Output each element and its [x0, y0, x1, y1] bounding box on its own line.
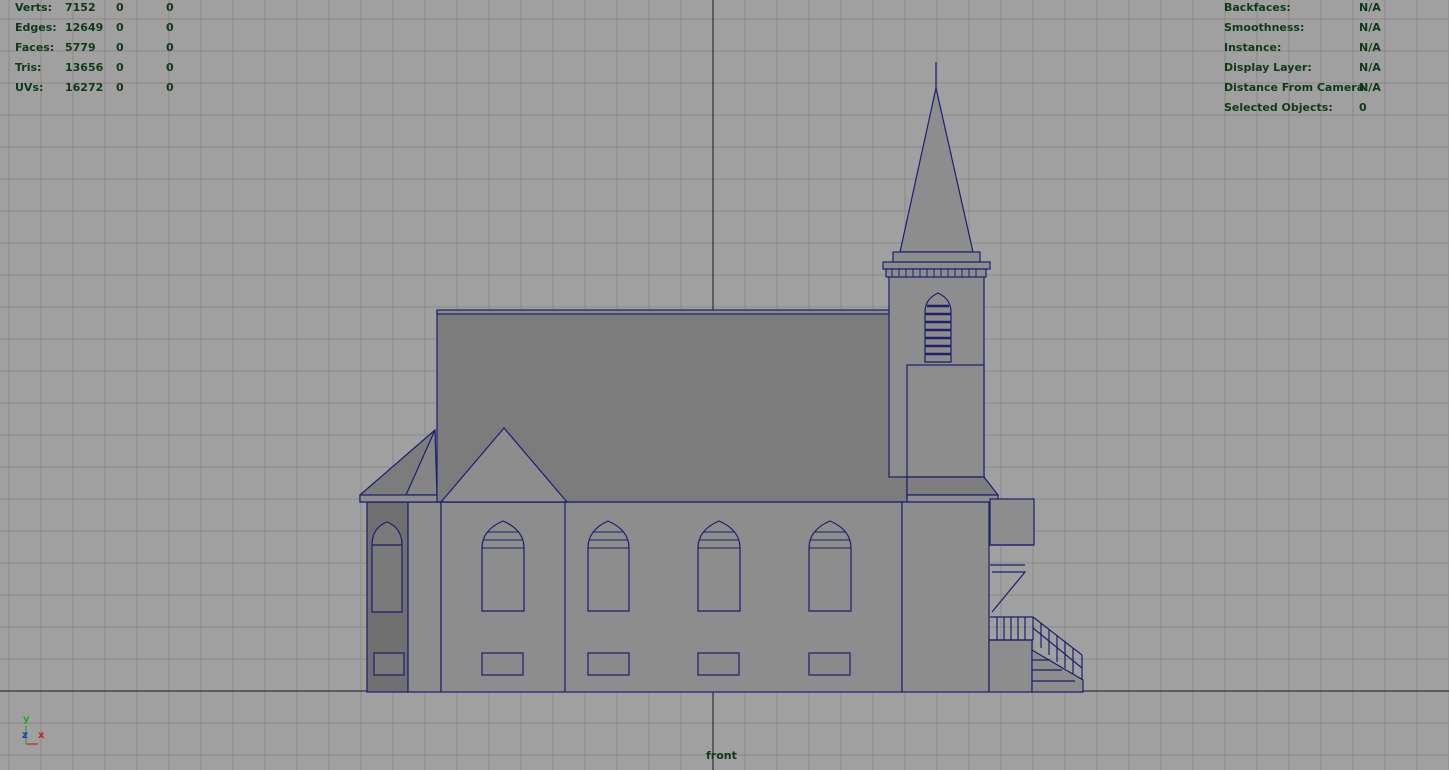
info-label: Backfaces: [1224, 1, 1291, 14]
info-label: Smoothness: [1224, 21, 1305, 34]
info-label: Display Layer: [1224, 61, 1312, 74]
info-label: Distance From Camera: [1224, 81, 1369, 94]
tower-lower-roof [906, 476, 1000, 496]
stat-value: 0 [166, 81, 174, 94]
info-value: N/A [1359, 61, 1381, 74]
object-info-hud: Backfaces: N/A Smoothness: N/A Instance: N/A D… [1224, 0, 1444, 118]
stat-row: Tris: 13656 0 0 [15, 58, 215, 78]
stat-row: UVs: 16272 0 0 [15, 78, 215, 98]
stat-value: 12649 [65, 21, 104, 34]
stat-value: 13656 [65, 61, 104, 74]
left-annex-eave [359, 494, 439, 503]
axis-x-label: x [38, 730, 45, 741]
tower-cornice [882, 261, 991, 270]
info-value: N/A [1359, 41, 1381, 54]
stat-value: 0 [116, 41, 124, 54]
stat-value: 0 [116, 1, 124, 14]
belfry-slats [925, 304, 951, 356]
left-annex-wall-side [407, 501, 442, 693]
stat-label: Edges: [15, 21, 57, 34]
spire [899, 87, 974, 253]
porch-hood [989, 498, 1035, 546]
stat-label: UVs: [15, 81, 44, 94]
view-axis-indicator: y z x [18, 714, 58, 754]
poly-count-hud: Verts: 7152 0 0 Edges: 12649 0 0 Faces: 5779 0 0 Tri… [15, 0, 215, 98]
stat-row: Verts: 7152 0 0 [15, 0, 215, 18]
stat-value: 0 [166, 41, 174, 54]
stat-value: 16272 [65, 81, 104, 94]
stat-value: 7152 [65, 1, 96, 14]
porch-bracket [991, 571, 1027, 613]
axis-z-label: z [22, 730, 28, 741]
info-row: Selected Objects: 0 [1224, 98, 1444, 118]
stat-value: 5779 [65, 41, 96, 54]
info-label: Instance: [1224, 41, 1282, 54]
stat-value: 0 [116, 61, 124, 74]
nave-roof-ridge [436, 309, 891, 315]
church-model[interactable] [359, 62, 1084, 693]
stat-label: Faces: [15, 41, 55, 54]
stat-value: 0 [116, 81, 124, 94]
camera-name-label: front [706, 749, 737, 762]
porch-base [988, 639, 1033, 693]
info-row: Display Layer: N/A [1224, 58, 1444, 78]
info-row: Distance From Camera: N/A [1224, 78, 1444, 98]
stat-value: 0 [116, 21, 124, 34]
info-row: Instance: N/A [1224, 38, 1444, 58]
info-label: Selected Objects: [1224, 101, 1333, 114]
tower-frieze [885, 268, 987, 278]
stat-value: 0 [166, 21, 174, 34]
info-value: N/A [1359, 1, 1381, 14]
stat-value: 0 [166, 61, 174, 74]
info-value: 0 [1359, 101, 1367, 114]
info-row: Smoothness: N/A [1224, 18, 1444, 38]
tower-lower-join [906, 364, 985, 478]
stat-value: 0 [166, 1, 174, 14]
tower-lower-eave [906, 494, 999, 503]
stat-label: Tris: [15, 61, 42, 74]
tower-base-wall [901, 501, 990, 693]
stat-row: Faces: 5779 0 0 [15, 38, 215, 58]
left-annex-vent [373, 652, 405, 676]
info-value: N/A [1359, 81, 1381, 94]
left-annex-window [371, 521, 403, 613]
spire-base [892, 251, 981, 263]
info-row: Backfaces: N/A [1224, 0, 1444, 18]
axis-y-label: y [23, 714, 30, 725]
belfry-louver [924, 292, 952, 363]
stat-row: Edges: 12649 0 0 [15, 18, 215, 38]
info-value: N/A [1359, 21, 1381, 34]
stat-label: Verts: [15, 1, 53, 14]
